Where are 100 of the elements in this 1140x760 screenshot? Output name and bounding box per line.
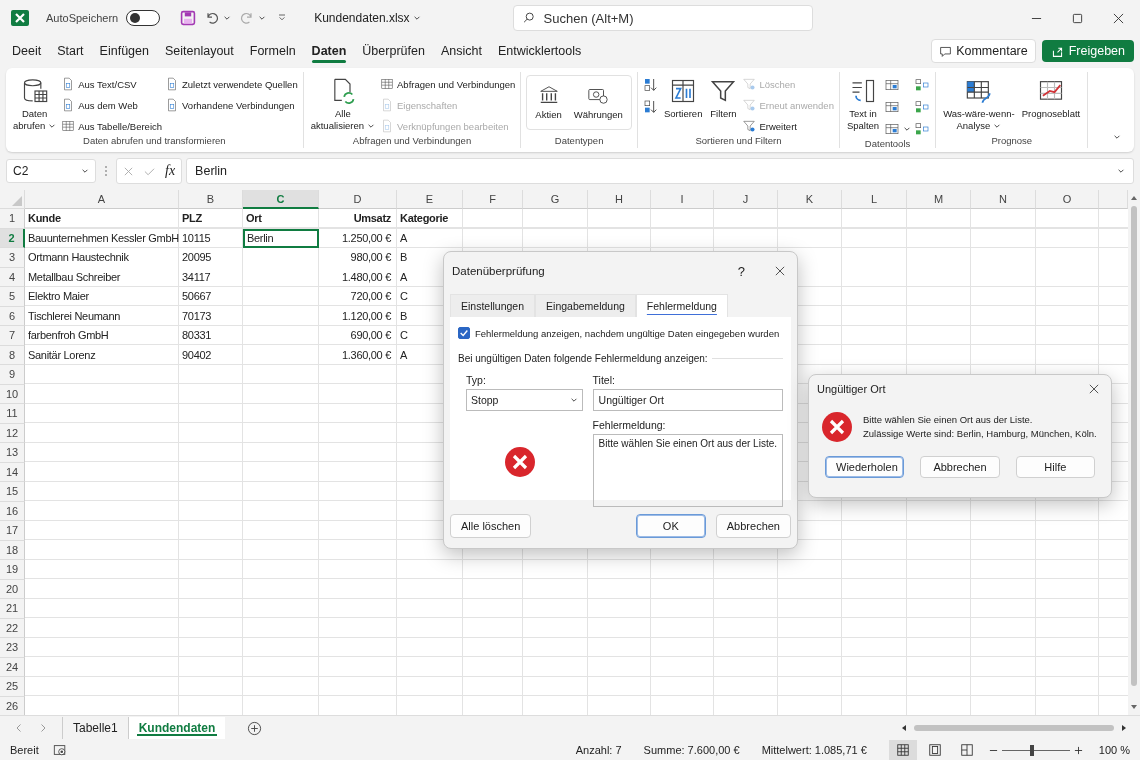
- insert-function-button[interactable]: fx: [165, 163, 176, 179]
- ribbon-button[interactable]: Text in Spalten: [844, 75, 882, 134]
- previous-sheet-icon[interactable]: [14, 723, 24, 733]
- dialog-tab[interactable]: Einstellungen: [450, 294, 536, 317]
- row-header[interactable]: 3: [0, 248, 25, 268]
- row-header[interactable]: 23: [0, 638, 25, 658]
- scroll-up-icon[interactable]: [1130, 194, 1138, 202]
- macro-record-icon[interactable]: [52, 743, 67, 757]
- collapse-ribbon-icon[interactable]: [1113, 133, 1122, 142]
- row-header[interactable]: 11: [0, 404, 25, 424]
- share-button[interactable]: Freigeben: [1041, 40, 1134, 62]
- column-header[interactable]: N: [971, 190, 1036, 209]
- sheet-tab[interactable]: Tabelle1: [62, 717, 128, 739]
- column-header[interactable]: K: [778, 190, 842, 209]
- caret-icon[interactable]: [223, 14, 232, 22]
- maximize-icon[interactable]: [1072, 12, 1083, 24]
- ribbon-button[interactable]: Sortieren: [661, 75, 705, 122]
- column-header[interactable]: M: [907, 190, 971, 209]
- dialog-button[interactable]: Hilfe: [1015, 456, 1095, 478]
- ribbon-button[interactable]: Vorhandene Verbindungen: [165, 96, 298, 114]
- comments-button[interactable]: Kommentare: [931, 39, 1036, 63]
- scroll-right-icon[interactable]: [1120, 724, 1128, 732]
- row-header[interactable]: 15: [0, 482, 25, 502]
- row-header[interactable]: 19: [0, 560, 25, 580]
- help-button[interactable]: ?: [737, 263, 745, 279]
- dialog-button[interactable]: Alle löschen: [450, 514, 532, 538]
- ribbon-button[interactable]: Aus Tabelle/Bereich: [61, 117, 163, 135]
- ribbon-tab[interactable]: Einfügen: [91, 39, 157, 63]
- next-sheet-icon[interactable]: [38, 723, 48, 733]
- autosave-toggle[interactable]: [126, 10, 161, 26]
- type-dropdown[interactable]: Stopp: [466, 389, 583, 411]
- add-sheet-icon[interactable]: [247, 720, 263, 736]
- row-header[interactable]: 1: [0, 209, 25, 229]
- ribbon-button[interactable]: Daten abrufen: [11, 75, 59, 134]
- name-box[interactable]: C2: [6, 159, 96, 183]
- ribbon-tab[interactable]: Deeit: [4, 39, 50, 63]
- message-field[interactable]: Bitte wählen Sie einen Ort aus der Liste.: [592, 434, 783, 507]
- normal-view-button[interactable]: [888, 740, 917, 760]
- ribbon-button[interactable]: Aus Text/CSV: [61, 75, 163, 93]
- ribbon-button[interactable]: Zuletzt verwendete Quellen: [165, 75, 298, 93]
- search-field[interactable]: Suchen (Alt+M): [512, 5, 813, 31]
- row-header[interactable]: 5: [0, 287, 25, 307]
- ribbon-tab[interactable]: Überprüfen: [354, 39, 433, 63]
- caret-icon[interactable]: [258, 14, 267, 22]
- ribbon-tab[interactable]: Seitenlayout: [156, 39, 242, 63]
- formula-field[interactable]: Berlin: [186, 158, 1134, 184]
- column-header[interactable]: F: [463, 190, 523, 209]
- ribbon-button[interactable]: Währungen: [568, 82, 628, 123]
- dialog-button[interactable]: Wiederholen: [825, 456, 905, 478]
- ribbon-button[interactable]: Was-wäre-wenn- Analyse: [941, 75, 1017, 134]
- zoom-slider-thumb[interactable]: [1030, 744, 1035, 756]
- column-header[interactable]: H: [588, 190, 651, 209]
- row-header[interactable]: 13: [0, 443, 25, 463]
- column-header[interactable]: D: [319, 190, 397, 209]
- row-header[interactable]: 7: [0, 326, 25, 346]
- title-field[interactable]: Ungültiger Ort: [592, 389, 783, 411]
- close-icon[interactable]: [1089, 384, 1099, 394]
- filename-button[interactable]: Kundendaten.xlsx: [314, 11, 421, 25]
- scrollbar-thumb[interactable]: [914, 725, 1114, 731]
- close-icon[interactable]: [775, 266, 785, 276]
- undo-icon[interactable]: [204, 10, 221, 26]
- ribbon-button[interactable]: Aus dem Web: [61, 96, 163, 114]
- column-header[interactable]: A: [25, 190, 179, 209]
- dialog-button[interactable]: OK: [635, 514, 706, 538]
- ribbon-tab[interactable]: Daten: [303, 39, 355, 63]
- ribbon-button[interactable]: Prognoseblatt: [1019, 75, 1083, 122]
- save-icon[interactable]: [180, 10, 197, 26]
- check-icon[interactable]: [144, 165, 155, 177]
- dialog-tab[interactable]: Eingabemeldung: [535, 294, 636, 317]
- checkbox[interactable]: [458, 327, 470, 339]
- ribbon-button[interactable]: Aktien: [530, 82, 567, 123]
- ribbon-button[interactable]: Alle aktualisieren: [308, 75, 378, 134]
- column-header[interactable]: G: [523, 190, 588, 209]
- dialog-button[interactable]: Abbrechen: [920, 456, 1000, 478]
- scrollbar-thumb[interactable]: [1131, 206, 1137, 686]
- ribbon-tab[interactable]: Start: [49, 39, 92, 63]
- dialog-tab[interactable]: Fehlermeldung: [635, 294, 728, 317]
- column-header[interactable]: I: [651, 190, 714, 209]
- ribbon-button[interactable]: Erweitert: [742, 117, 834, 135]
- ribbon-tab[interactable]: Formeln: [241, 39, 304, 63]
- ribbon-button[interactable]: Filtern: [707, 75, 740, 122]
- close-icon[interactable]: [1113, 12, 1124, 24]
- zoom-in-icon[interactable]: [1073, 745, 1083, 755]
- column-header[interactable]: E: [397, 190, 463, 209]
- icon-button[interactable]: [642, 97, 659, 116]
- row-header[interactable]: 21: [0, 599, 25, 619]
- row-header[interactable]: 25: [0, 677, 25, 697]
- scroll-left-icon[interactable]: [900, 724, 908, 732]
- column-header[interactable]: O: [1036, 190, 1099, 209]
- row-header[interactable]: 9: [0, 365, 25, 385]
- scroll-down-icon[interactable]: [1130, 703, 1138, 711]
- sheet-tab[interactable]: Kundendaten: [127, 717, 226, 739]
- ribbon-button[interactable]: Abfragen und Verbindungen: [380, 75, 516, 93]
- column-header[interactable]: L: [842, 190, 907, 209]
- dialog-button[interactable]: Abbrechen: [715, 514, 791, 538]
- drag-handle-icon[interactable]: [104, 165, 108, 177]
- row-header[interactable]: 17: [0, 521, 25, 541]
- column-header[interactable]: J: [714, 190, 778, 209]
- ribbon-tab[interactable]: Ansicht: [432, 39, 490, 63]
- column-header[interactable]: C: [243, 190, 319, 209]
